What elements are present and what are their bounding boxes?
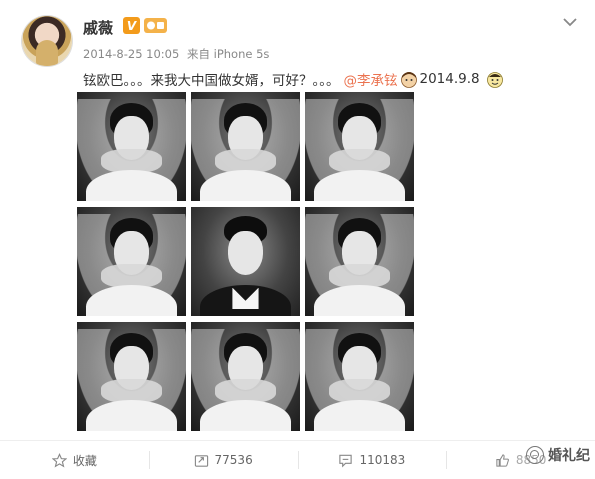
star-icon <box>51 452 67 467</box>
photo-thumbnail[interactable] <box>191 322 300 431</box>
user-name[interactable]: 戚薇 <box>83 17 113 38</box>
comment-button[interactable]: 110183 <box>297 441 447 479</box>
avatar[interactable] <box>22 16 72 66</box>
wechat-icon <box>526 446 544 464</box>
photo-thumbnail[interactable] <box>191 207 300 316</box>
favorite-label: 收藏 <box>72 453 97 468</box>
comment-count: 110183 <box>359 453 406 467</box>
post-timestamp[interactable]: 2014-8-25 10:05 <box>83 47 179 61</box>
like-icon <box>496 453 509 467</box>
post-text: 铉欧巴。。。来我大中国做女婿，可好？。。。 <box>83 73 340 89</box>
action-bar: 收藏 77536 110183 8850 <box>0 441 595 479</box>
chevron-down-icon[interactable] <box>563 17 577 27</box>
photo-grid <box>77 92 414 431</box>
photo-thumbnail[interactable] <box>305 92 414 201</box>
post-text-line: 铉欧巴。。。来我大中国做女婿，可好？。。。 @李承铉 2014.9.8 <box>83 69 506 89</box>
smile-emoji-icon <box>486 71 503 88</box>
photo-thumbnail[interactable] <box>77 207 186 316</box>
photo-thumbnail[interactable] <box>305 322 414 431</box>
repost-count: 77536 <box>214 453 253 467</box>
boy-emoji-icon <box>400 71 417 88</box>
mention-link[interactable]: @李承铉 <box>344 69 398 89</box>
post-meta: 2014-8-25 10:05 来自 iPhone 5s <box>83 46 273 62</box>
post-source-prefix: 来自 <box>186 47 210 61</box>
repost-icon <box>194 454 208 467</box>
photo-thumbnail[interactable] <box>305 207 414 316</box>
watermark-text: 婚礼纪 <box>548 448 590 464</box>
verified-badge: V <box>123 17 140 34</box>
post-source[interactable]: iPhone 5s <box>214 47 270 61</box>
level-badge-icon <box>144 18 167 33</box>
photo-thumbnail[interactable] <box>77 92 186 201</box>
photo-thumbnail[interactable] <box>191 92 300 201</box>
comment-icon <box>339 454 353 467</box>
date-tag: 2014.9.8 <box>419 71 480 87</box>
favorite-button[interactable]: 收藏 <box>0 441 149 479</box>
repost-button[interactable]: 77536 <box>148 441 298 479</box>
photo-thumbnail[interactable] <box>77 322 186 431</box>
watermark: 婚礼纪 <box>526 445 590 465</box>
